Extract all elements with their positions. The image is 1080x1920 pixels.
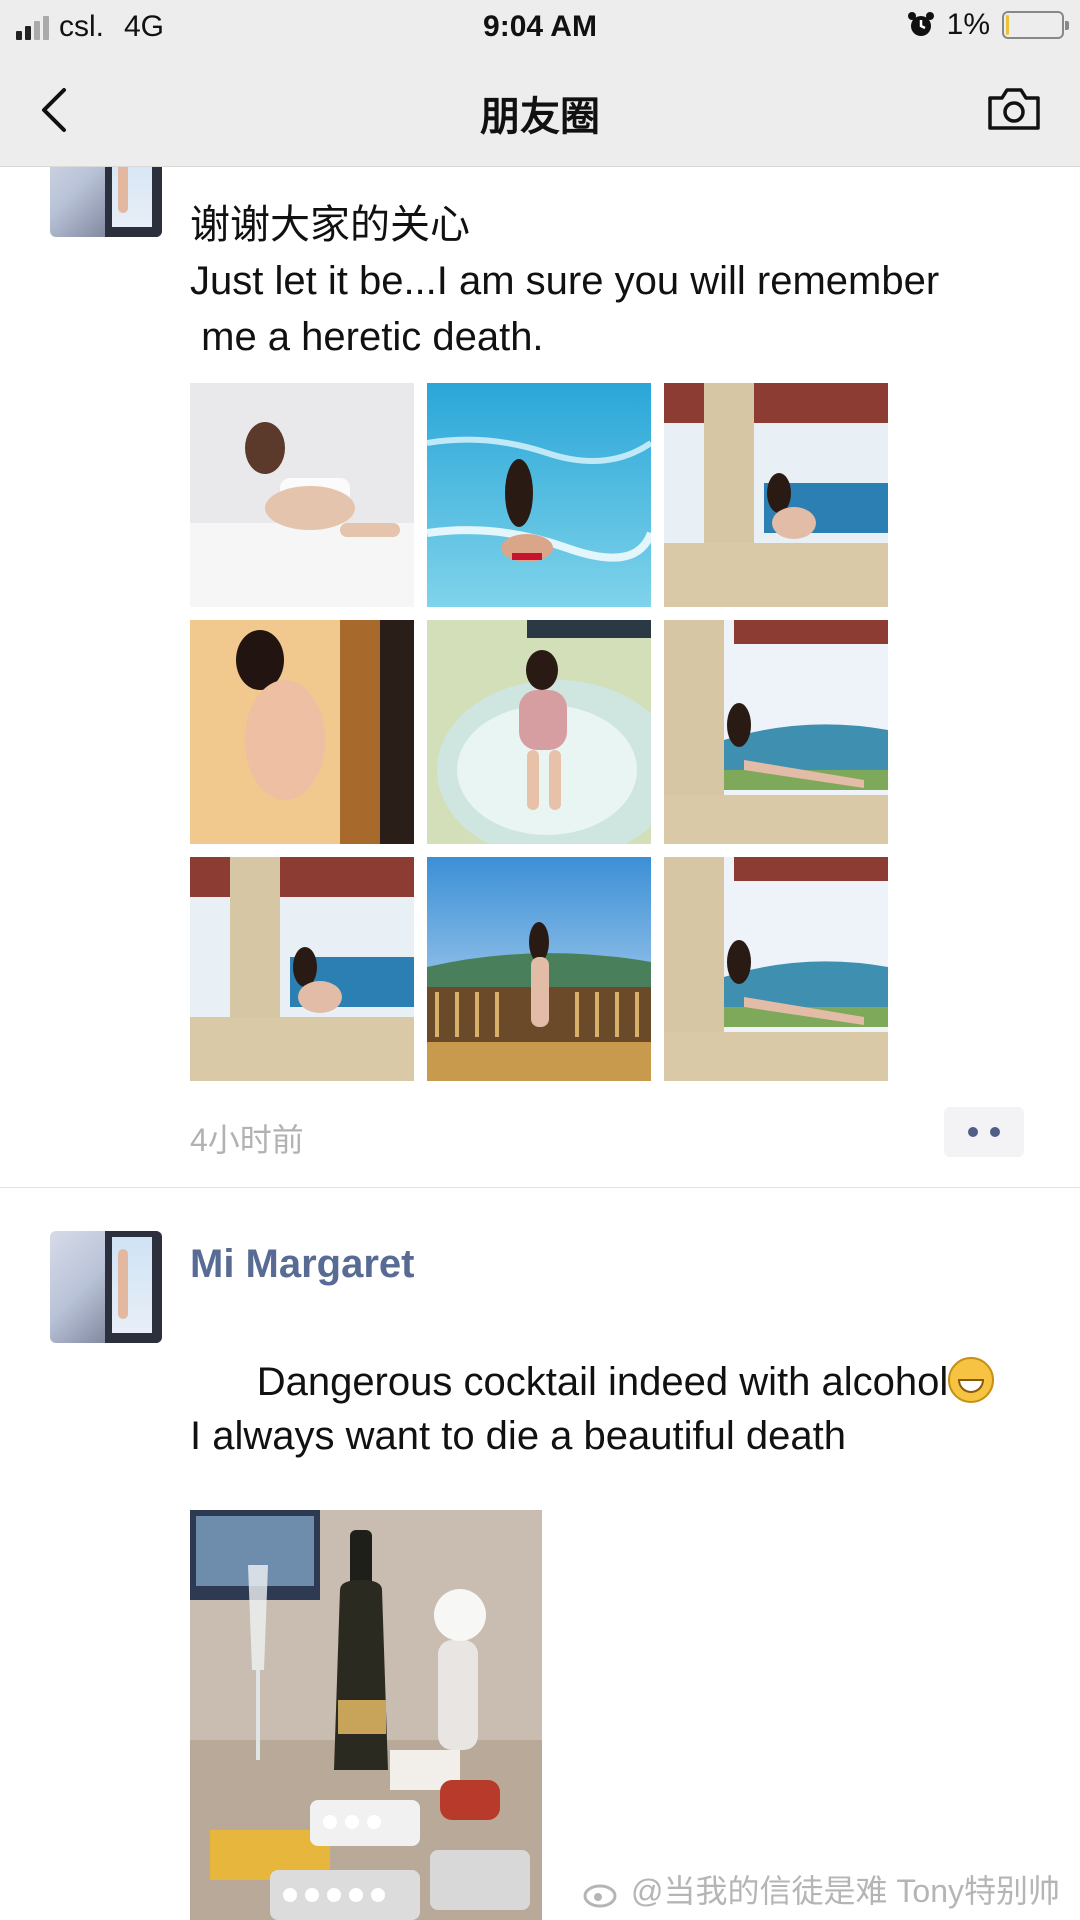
moment-post: 谢谢大家的关心 Just let it be...I am sure you w… [0, 167, 1080, 1187]
champagne-pills-photo[interactable] [190, 1510, 542, 1920]
status-right: 1% [907, 8, 1069, 42]
sea-photo[interactable] [427, 383, 651, 607]
balcony-bottle-photo-2[interactable] [190, 857, 414, 1081]
bathtub-photo[interactable] [427, 620, 651, 844]
door-photo[interactable] [190, 620, 414, 844]
post-text-line: Just let it be...I am sure you will reme… [190, 259, 940, 303]
post-text-line: I always want to die a beautiful death [190, 1414, 846, 1458]
post-text-line: 谢谢大家的关心 [190, 203, 470, 247]
moment-post: Mi Margaret Dangerous cocktail indeed wi… [0, 1188, 1080, 1920]
battery-fill [1006, 15, 1010, 35]
grinning-face-emoji [948, 1357, 995, 1403]
avatar[interactable] [50, 167, 162, 237]
bed-photo[interactable] [190, 383, 414, 607]
post-text-line: me a heretic death. [190, 315, 544, 359]
battery-percent: 1% [946, 8, 990, 41]
watermark-text: @当我的信徒是难 Tony特别帅 [631, 1873, 1060, 1909]
status-bar: csl. 4G 9:04 AM 1% [0, 0, 1080, 54]
post-timestamp: 4小时前 [190, 1122, 304, 1158]
more-dots-icon[interactable] [944, 1107, 1024, 1157]
camera-icon[interactable] [986, 84, 1042, 132]
post-username[interactable]: Mi Margaret [190, 1242, 415, 1287]
moments-feed[interactable]: 谢谢大家的关心 Just let it be...I am sure you w… [0, 167, 1080, 1920]
balcony-drinking-photo-2[interactable] [664, 857, 888, 1081]
alarm-icon [907, 12, 934, 36]
balcony-drinking-photo[interactable] [664, 620, 888, 844]
post-text-content: Dangerous cocktail indeed with alcohol [256, 1360, 949, 1404]
balcony-bottle-photo[interactable] [664, 383, 888, 607]
watermark: @当我的信徒是难 Tony特别帅 [582, 1866, 1060, 1912]
railing-photo[interactable] [427, 857, 651, 1081]
weibo-logo-icon [583, 1884, 617, 1908]
page-title: 朋友圈 [480, 95, 600, 139]
nav-bar: 朋友圈 [0, 54, 1080, 167]
avatar[interactable] [50, 1231, 162, 1343]
battery-icon [1002, 11, 1069, 39]
